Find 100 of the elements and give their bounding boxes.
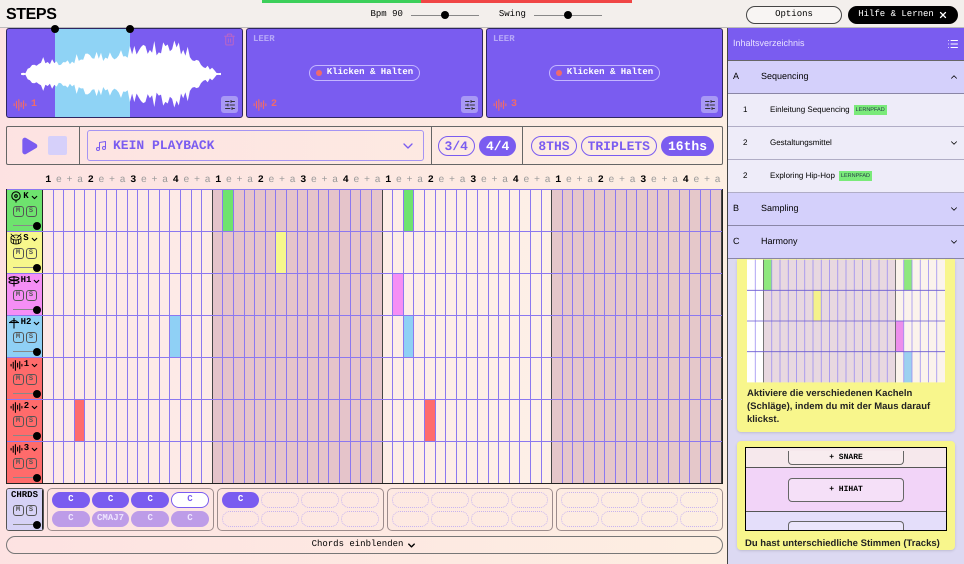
pad-number: 3 (511, 98, 518, 112)
slider[interactable] (534, 10, 602, 20)
track-name: H1 (20, 274, 32, 288)
section-row[interactable]: A Sequencing (728, 61, 964, 94)
slider-thumb[interactable] (564, 11, 572, 19)
chord-button[interactable]: C (52, 492, 90, 508)
track-name: 1 (24, 358, 30, 372)
slider[interactable] (410, 10, 479, 20)
empty-chord-slot[interactable] (600, 492, 639, 508)
beat-count: a (161, 174, 170, 188)
empty-chord-slot[interactable] (431, 511, 469, 527)
cymbal-icon (8, 275, 20, 287)
empty-chord-slot[interactable] (510, 511, 548, 527)
empty-chord-slot[interactable] (680, 492, 718, 508)
beat-count: e (394, 174, 403, 188)
beat-count: + (660, 174, 669, 188)
settings-button[interactable] (461, 96, 478, 113)
empty-chord-slot[interactable] (392, 511, 430, 527)
sample-pad[interactable]: LEER Klicken & Halten 3 (486, 28, 723, 118)
pad-status: LEER (493, 33, 515, 46)
beat-count: + (576, 174, 584, 188)
chords-toggle-button[interactable]: Chords einblenden (6, 536, 723, 554)
settings-button[interactable] (221, 96, 238, 113)
slider-thumb[interactable] (32, 264, 40, 272)
slider-thumb[interactable] (440, 11, 449, 19)
section-letter: C (733, 235, 740, 248)
empty-chord-slot[interactable] (640, 511, 678, 527)
slider-thumb[interactable] (32, 306, 40, 314)
option-pill[interactable]: TRIPLETS (580, 136, 657, 156)
beat-count: e (182, 174, 190, 188)
empty-chord-slot[interactable] (561, 492, 599, 508)
empty-chord-slot[interactable] (431, 492, 469, 508)
beat-count: e (692, 174, 700, 188)
empty-chord-slot[interactable] (470, 492, 509, 508)
empty-chord-slot[interactable] (680, 511, 718, 527)
options-button[interactable]: Options (746, 6, 842, 24)
slider-thumb[interactable] (32, 348, 40, 356)
help-button[interactable]: Hilfe & Lernen (848, 6, 958, 24)
lesson-number: 2 (742, 137, 748, 149)
section-title: Sequencing (761, 70, 810, 84)
beat-count: e (352, 174, 360, 188)
beat-count: e (97, 174, 106, 188)
slider-thumb[interactable] (32, 390, 40, 398)
chord-button[interactable]: C (92, 492, 130, 508)
chord-button[interactable]: C (131, 492, 170, 508)
add-track-button[interactable]: + HIHAT (788, 478, 904, 502)
lesson-title: Gestaltungsmittel (770, 137, 832, 149)
sound-wave-icon (493, 98, 507, 112)
option-pill[interactable]: 4/4 (478, 136, 516, 156)
lesson-title: Exploring Hip-Hop (770, 170, 835, 182)
slider-thumb[interactable] (32, 520, 40, 529)
option-pill[interactable]: 16ths (660, 136, 714, 156)
empty-chord-slot[interactable] (301, 492, 339, 508)
slider-thumb[interactable] (32, 432, 40, 440)
beat-count: a (544, 174, 552, 188)
empty-chord-slot[interactable] (340, 492, 378, 508)
add-track-button[interactable]: + SNARE (788, 451, 904, 465)
empty-chord-slot[interactable] (561, 511, 599, 527)
lesson-row[interactable]: 2 Gestaltungsmittel (728, 127, 964, 160)
record-button[interactable]: Klicken & Halten (548, 65, 660, 81)
beat-count: + (406, 174, 414, 188)
add-track-button[interactable] (788, 521, 904, 530)
chord-button[interactable]: C (222, 492, 260, 508)
beat-count: + (66, 174, 74, 188)
lesson-number: 1 (742, 104, 748, 116)
sample-pad[interactable]: LEER Klicken & Halten 2 (246, 28, 483, 118)
selection-handle[interactable] (51, 25, 59, 33)
empty-chord-slot[interactable] (510, 492, 548, 508)
chord-button[interactable]: C (171, 492, 209, 508)
section-title: Harmony (761, 235, 799, 248)
option-pill[interactable]: 8THS (531, 136, 577, 156)
beat-count: a (118, 174, 127, 188)
beat-count: e (140, 174, 148, 188)
section-row[interactable]: C Harmony (728, 226, 964, 259)
beat-count: e (437, 174, 446, 188)
beat-count: + (150, 174, 159, 188)
option-pill[interactable]: 3/4 (438, 136, 475, 156)
beat-count: a (204, 174, 212, 188)
close-icon[interactable] (938, 10, 948, 20)
empty-chord-slot[interactable] (340, 511, 378, 527)
empty-chord-slot[interactable] (392, 492, 430, 508)
empty-chord-slot[interactable] (222, 511, 260, 527)
pad-status: LEER (253, 33, 275, 46)
beat-count: + (490, 174, 499, 188)
playback-dropdown[interactable]: KEIN PLAYBACK (87, 130, 424, 161)
beat-count: e (54, 174, 63, 188)
slider-thumb[interactable] (32, 474, 40, 482)
sound-wave-icon (10, 400, 23, 414)
section-row[interactable]: B Sampling (728, 193, 964, 226)
empty-chord-slot[interactable] (600, 511, 639, 527)
sound-wave-icon (13, 98, 27, 112)
settings-button[interactable] (701, 96, 718, 113)
track-name: CHRDS (10, 489, 38, 502)
empty-chord-slot[interactable] (640, 492, 678, 508)
beat-count: 3 (639, 174, 648, 188)
empty-chord-slot[interactable] (301, 511, 339, 527)
empty-chord-slot[interactable] (470, 511, 509, 527)
record-button[interactable]: Klicken & Halten (308, 65, 420, 81)
slider-thumb[interactable] (32, 222, 40, 230)
empty-chord-slot[interactable] (261, 511, 300, 527)
